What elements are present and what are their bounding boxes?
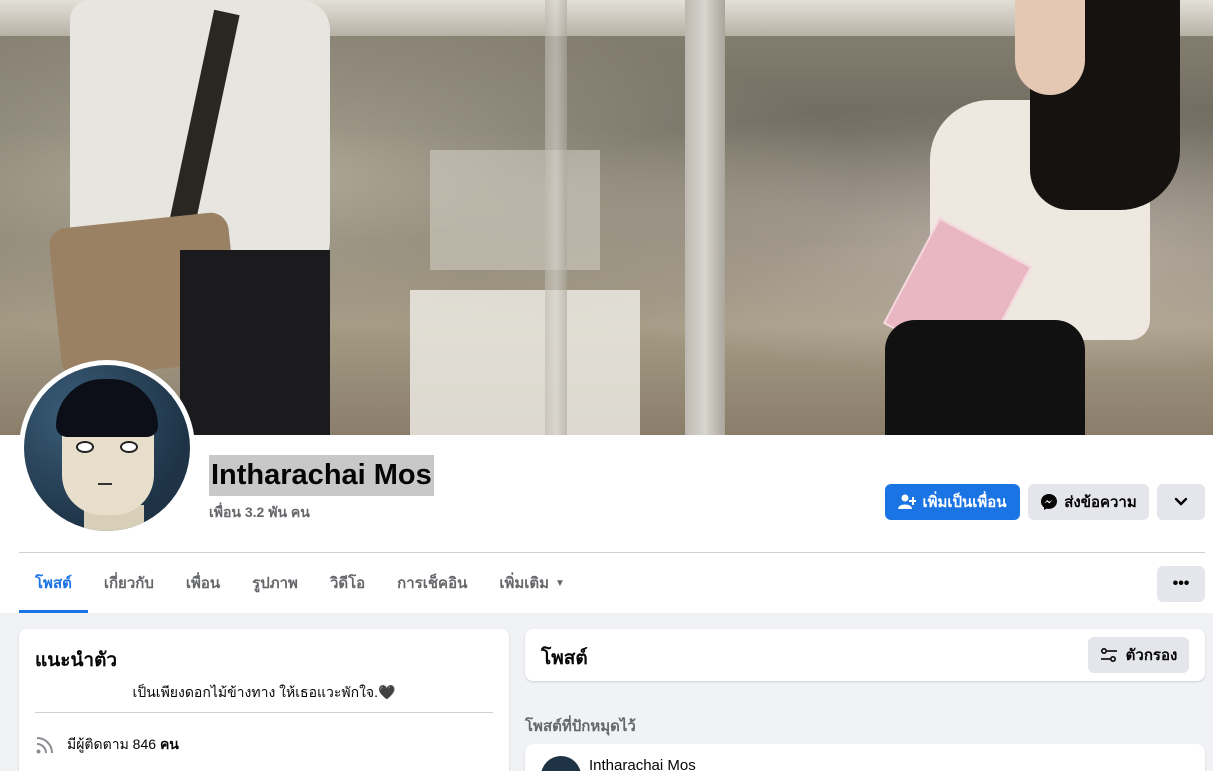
- intro-title: แนะนำตัว: [35, 650, 118, 671]
- profile-name: Intharachai Mos: [209, 455, 434, 496]
- rss-icon: [36, 737, 53, 754]
- posts-title: โพสต์: [541, 648, 588, 669]
- tab-videos[interactable]: วิดีโอ: [314, 553, 381, 613]
- profile-page: Intharachai Mos เพื่อน 3.2 พัน คน เพิ่มเ…: [0, 0, 1213, 771]
- message-label: ส่งข้อความ: [1064, 494, 1137, 511]
- tab-photos[interactable]: รูปภาพ: [236, 553, 314, 613]
- pinned-posts-label: โพสต์ที่ปักหมุดไว้: [525, 718, 636, 735]
- add-friend-button[interactable]: เพิ่มเป็นเพื่อน: [885, 484, 1020, 520]
- add-friend-label: เพิ่มเป็นเพื่อน: [922, 494, 1007, 511]
- intro-bio: เป็นเพียงดอกไม้ข้างทาง ให้เธอแวะพักใจ.🖤: [132, 684, 396, 700]
- filter-button[interactable]: ตัวกรอง: [1088, 637, 1189, 673]
- messenger-icon: [1041, 494, 1058, 510]
- profile-options-button[interactable]: [1157, 484, 1205, 520]
- pinned-post-card: Intharachai Mos: [525, 744, 1205, 771]
- filter-icon: [1100, 647, 1117, 663]
- chevron-down-icon: [1174, 497, 1188, 506]
- tab-about[interactable]: เกี่ยวกับ: [88, 553, 170, 613]
- cover-photo[interactable]: [0, 0, 1213, 435]
- followers-count: มีผู้ติดตาม 846: [67, 736, 157, 752]
- profile-avatar[interactable]: [19, 360, 195, 536]
- intro-card: แนะนำตัว เป็นเพียงดอกไม้ข้างทาง ให้เธอแว…: [19, 629, 509, 771]
- tab-friends[interactable]: เพื่อน: [170, 553, 236, 613]
- friend-count[interactable]: เพื่อน 3.2 พัน คน: [209, 502, 310, 524]
- followers-unit: คน: [159, 736, 179, 752]
- message-button[interactable]: ส่งข้อความ: [1028, 484, 1149, 520]
- tab-checkins[interactable]: การเช็คอิน: [381, 553, 483, 613]
- tab-posts[interactable]: โพสต์: [19, 553, 88, 613]
- more-options-button[interactable]: •••: [1157, 566, 1205, 602]
- filter-label: ตัวกรอง: [1125, 647, 1178, 664]
- add-friend-icon: [898, 494, 917, 509]
- tab-more[interactable]: เพิ่มเติม ▼: [483, 553, 581, 613]
- post-author-name[interactable]: Intharachai Mos: [589, 757, 696, 771]
- followers-row: มีผู้ติดตาม 846 คน: [35, 734, 179, 756]
- ellipsis-icon: •••: [1172, 575, 1190, 592]
- post-author-avatar[interactable]: [541, 756, 581, 771]
- profile-tabs: โพสต์ เกี่ยวกับ เพื่อน รูปภาพ วิดีโอ การ…: [19, 553, 581, 613]
- posts-header-card: โพสต์ ตัวกรอง: [525, 629, 1205, 681]
- caret-down-icon: ▼: [555, 577, 565, 589]
- intro-divider: [35, 712, 493, 713]
